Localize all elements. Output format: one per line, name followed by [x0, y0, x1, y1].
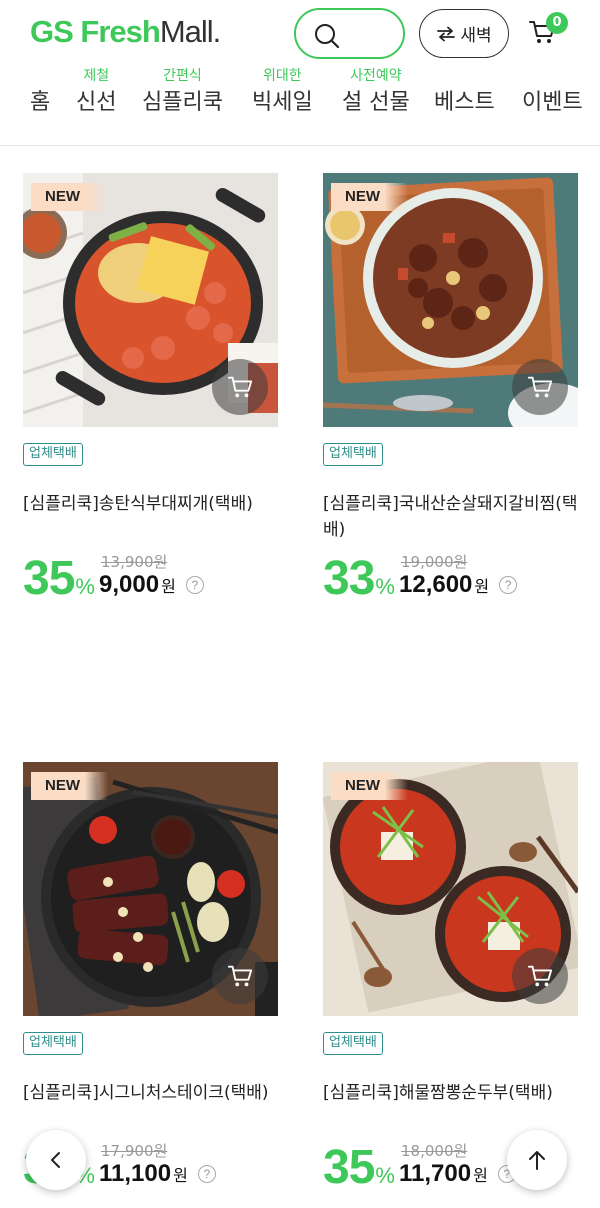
new-tag: NEW — [331, 772, 408, 800]
header: GS FreshMall. 새벽 0 — [0, 0, 600, 66]
discount-rate: 35% — [23, 552, 95, 611]
shipping-badge: 업체택배 — [23, 1032, 83, 1055]
currency-unit: 원 — [474, 577, 490, 596]
nav-sub-label: 위대한 — [263, 68, 302, 84]
sale-price: 11,700 원? — [399, 1160, 516, 1188]
cart-icon — [527, 376, 553, 398]
back-button[interactable] — [26, 1130, 86, 1190]
sale-price-value: 11,700 — [399, 1160, 472, 1187]
cart-icon — [227, 376, 253, 398]
gs-fresh-mall-logo[interactable]: GS FreshMall. — [30, 14, 221, 50]
price-help-icon[interactable]: ? — [185, 576, 204, 594]
nav-label: 베스트 — [434, 90, 495, 115]
dawn-delivery-toggle[interactable]: 새벽 — [419, 9, 509, 58]
nav-item-new-year-gift[interactable]: 사전예약 설 선물 — [342, 66, 410, 120]
logo-mall-text: Mall. — [159, 14, 221, 49]
shipping-badge: 업체택배 — [23, 443, 83, 466]
product-name[interactable]: [심플리쿡]시그니처스테이크(택배) — [23, 1080, 278, 1106]
nav-sub-label — [30, 66, 50, 86]
nav-item-big-sale[interactable]: 위대한 빅세일 — [252, 66, 313, 120]
search-button[interactable] — [294, 8, 405, 59]
nav-label: 설 선물 — [342, 90, 410, 115]
add-to-cart-button[interactable] — [212, 359, 268, 415]
original-price: 17,900원 — [101, 1142, 168, 1160]
product-image[interactable]: NEW — [323, 762, 578, 1016]
sale-price: 11,100 원? — [99, 1160, 216, 1188]
sale-price: 9,000 원? — [99, 571, 204, 599]
nav-label: 홈 — [30, 90, 51, 115]
discount-rate: 33% — [323, 552, 395, 611]
cart-icon — [527, 965, 553, 987]
nav-sub-label — [434, 66, 495, 86]
search-icon — [315, 24, 340, 49]
new-tag: NEW — [31, 772, 108, 800]
nav-item-fresh[interactable]: 제철 신선 — [76, 66, 116, 120]
discount-value: 33 — [323, 552, 375, 605]
original-price: 19,000원 — [401, 553, 468, 571]
nav-label: 신선 — [76, 90, 117, 115]
discount-percent-sign: % — [375, 574, 395, 599]
currency-unit: 원 — [173, 1166, 188, 1185]
product-card[interactable]: NEW 업체택배 [심플리쿡]송탄식부대찌개(택배) 35% 13,900원 9… — [23, 173, 278, 613]
category-nav: 홈 제철 신선 간편식 심플리쿡 위대한 빅세일 사전예약 설 선물 베스트 이… — [0, 66, 600, 146]
sale-price-value: 11,100 — [99, 1160, 172, 1187]
price-row: 33% 19,000원 12,600 원? — [323, 549, 578, 609]
new-tag: NEW — [331, 183, 408, 211]
original-price: 13,900원 — [101, 553, 168, 571]
product-card[interactable]: NEW 업체택배 [심플리쿡]국내산순살돼지갈비찜(택배) 33% 19,000… — [323, 173, 578, 613]
nav-sub-label: 간편식 — [163, 68, 202, 84]
dawn-delivery-label: 새벽 — [460, 26, 492, 46]
product-name[interactable]: [심플리쿡]해물짬뽕순두부(택배) — [323, 1080, 578, 1106]
price-row: 35% 13,900원 9,000 원? — [23, 549, 278, 609]
discount-percent-sign: % — [75, 574, 95, 599]
scroll-top-button[interactable] — [507, 1130, 567, 1190]
nav-label: 빅세일 — [252, 90, 313, 115]
nav-item-event[interactable]: 이벤트 — [522, 66, 583, 120]
add-to-cart-button[interactable] — [512, 359, 568, 415]
nav-label: 심플리쿡 — [142, 90, 223, 115]
discount-value: 35 — [323, 1141, 375, 1194]
shipping-badge: 업체택배 — [323, 1032, 383, 1055]
shipping-badge: 업체택배 — [323, 443, 383, 466]
arrow-up-icon — [529, 1151, 545, 1170]
add-to-cart-button[interactable] — [212, 948, 268, 1004]
logo-fresh-text: Fresh — [80, 14, 160, 49]
cart-icon — [227, 965, 253, 987]
discount-value: 35 — [23, 552, 75, 605]
nav-sub-label — [522, 66, 583, 86]
nav-item-simplycook[interactable]: 간편식 심플리쿡 — [142, 66, 223, 120]
chevron-left-icon — [51, 1152, 60, 1168]
sale-price: 12,600 원? — [399, 571, 518, 599]
new-tag: NEW — [31, 183, 108, 211]
nav-sub-label: 제철 — [83, 68, 110, 84]
nav-item-best[interactable]: 베스트 — [434, 66, 495, 120]
discount-percent-sign: % — [375, 1163, 395, 1188]
price-help-icon[interactable]: ? — [197, 1165, 216, 1183]
product-image[interactable]: NEW — [323, 173, 578, 427]
sale-price-value: 12,600 — [399, 571, 473, 598]
product-name[interactable]: [심플리쿡]국내산순살돼지갈비찜(택배) — [323, 491, 578, 543]
currency-unit: 원 — [161, 577, 176, 596]
discount-rate: 35% — [323, 1141, 395, 1200]
cart-count-badge: 0 — [546, 12, 568, 34]
logo-gs-text: GS — [30, 14, 74, 49]
nav-sub-label: 사전예약 — [350, 68, 402, 84]
product-image[interactable]: NEW — [23, 173, 278, 427]
sale-price-value: 9,000 — [99, 571, 160, 598]
nav-item-home[interactable]: 홈 — [30, 66, 50, 120]
nav-label: 이벤트 — [522, 90, 583, 115]
currency-unit: 원 — [473, 1166, 488, 1185]
product-image[interactable]: NEW — [23, 762, 278, 1016]
price-help-icon[interactable]: ? — [499, 576, 518, 594]
add-to-cart-button[interactable] — [512, 948, 568, 1004]
product-name[interactable]: [심플리쿡]송탄식부대찌개(택배) — [23, 491, 278, 517]
original-price: 18,000원 — [401, 1142, 468, 1160]
swap-arrows-icon — [437, 26, 456, 41]
